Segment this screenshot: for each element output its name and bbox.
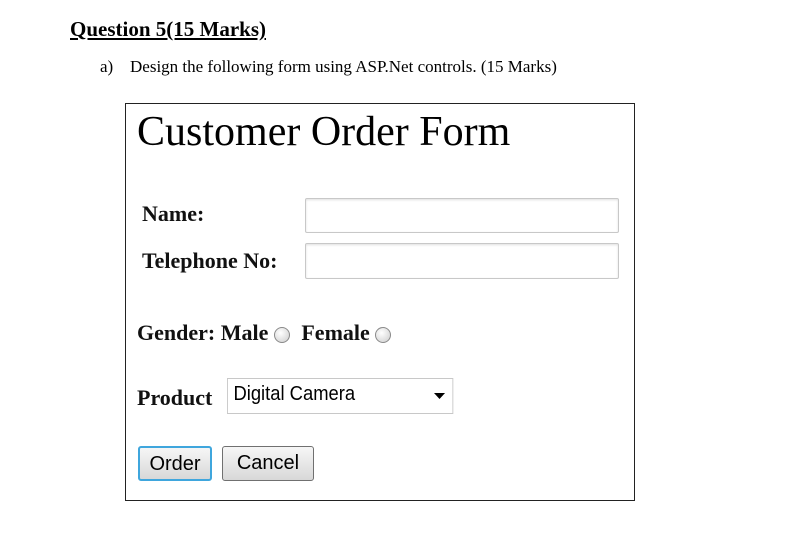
dropdown-arrow-icon xyxy=(434,393,446,399)
name-label: Name: xyxy=(142,201,205,226)
gender-row: Gender: Male Female xyxy=(137,320,392,346)
part-label: a) xyxy=(100,57,114,76)
telephone-input[interactable] xyxy=(305,243,619,279)
telephone-label: Telephone No: xyxy=(142,248,278,273)
male-label: Male xyxy=(220,320,269,345)
form-screenshot-frame xyxy=(125,103,635,501)
gender-label: Gender: xyxy=(137,320,216,345)
question-title: Question 5(15 Marks) xyxy=(70,17,266,41)
order-button[interactable]: Order xyxy=(138,446,212,481)
part-text: Design the following form using ASP.Net … xyxy=(130,57,557,76)
female-label: Female xyxy=(301,320,370,345)
male-radio[interactable] xyxy=(273,326,290,343)
cancel-button[interactable]: Cancel xyxy=(222,446,314,481)
question-part-a: a) Design the following form using ASP.Ne… xyxy=(100,57,557,77)
form-title: Customer Order Form xyxy=(137,109,511,155)
product-selected-value: Digital Camera xyxy=(233,383,356,405)
product-select[interactable]: Digital Camera xyxy=(227,378,454,414)
product-label: Product xyxy=(137,385,213,410)
name-input[interactable] xyxy=(305,198,619,233)
female-radio[interactable] xyxy=(375,326,392,343)
